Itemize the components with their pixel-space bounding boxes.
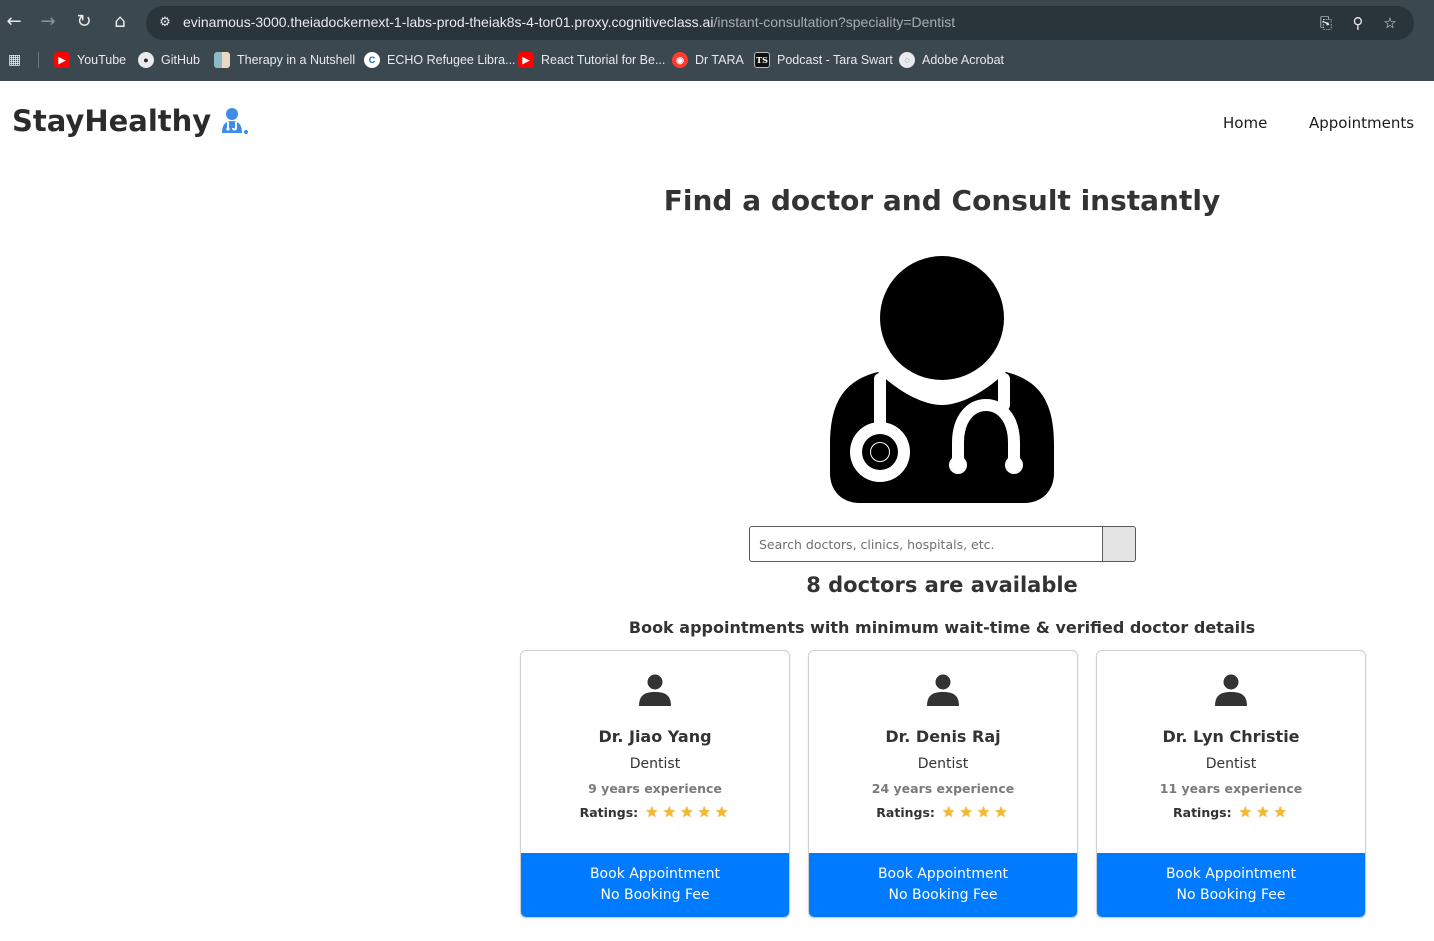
address-bar[interactable]: ⚙ evinamous-3000.theiadockernext-1-labs-… <box>146 6 1414 40</box>
bookmark-label: GitHub <box>161 53 200 67</box>
doctor-experience: 9 years experience <box>588 781 722 796</box>
back-icon[interactable]: ← <box>0 8 28 36</box>
star-icon: ★ <box>994 803 1008 821</box>
youtube-icon: ▶ <box>54 52 70 68</box>
bookmark-podcast[interactable]: TS Podcast - Tara Swart <box>754 50 893 70</box>
bookmark-label: YouTube <box>77 53 127 67</box>
doctor-rating: Ratings: ★ ★ ★ ★ ★ <box>521 803 789 821</box>
booking-subheading: Book appointments with minimum wait-time… <box>628 618 1256 637</box>
book-button-label: Book Appointment <box>877 866 1009 882</box>
bookmark-label: ECHO Refugee Libra... <box>387 53 516 67</box>
nav-home-link[interactable]: Home <box>1223 114 1267 132</box>
tara-icon: ◉ <box>672 52 688 68</box>
url-text[interactable]: evinamous-3000.theiadockernext-1-labs-pr… <box>183 14 955 30</box>
site-logo[interactable]: StayHealthy <box>12 104 249 138</box>
bookmark-label: Dr TARA <box>695 53 744 67</box>
doctor-card: Dr. Denis Raj Dentist 24 years experienc… <box>808 650 1078 918</box>
ratings-label: Ratings: <box>876 804 935 820</box>
browser-chrome: ← → ↻ ⌂ ⚙ evinamous-3000.theiadockernext… <box>0 0 1434 81</box>
github-icon: ● <box>138 52 154 68</box>
rating-stars: ★ ★ ★ ★ <box>940 803 1010 821</box>
bookmarks-separator <box>38 52 39 68</box>
book-button-sublabel: No Booking Fee <box>600 887 710 903</box>
star-icon: ★ <box>645 803 659 821</box>
star-icon: ★ <box>697 803 711 821</box>
youtube-icon: ▶ <box>518 52 534 68</box>
doctor-hero-icon <box>830 256 1054 503</box>
doctor-name: Dr. Lyn Christie <box>1162 727 1300 746</box>
bookmark-react-tutorial[interactable]: ▶ React Tutorial for Be... <box>518 50 665 70</box>
doctor-rating: Ratings: ★ ★ ★ ★ <box>809 803 1077 821</box>
star-icon: ★ <box>941 803 956 821</box>
bookmark-adobe-acrobat[interactable]: ◌ Adobe Acrobat <box>899 50 1004 70</box>
book-button-label: Book Appointment <box>1165 866 1297 882</box>
search-input[interactable] <box>749 526 1103 562</box>
acrobat-icon: ◌ <box>899 52 915 68</box>
doctor-speciality: Dentist <box>629 756 681 772</box>
bookmark-youtube[interactable]: ▶ YouTube <box>54 50 126 70</box>
apps-grid-icon[interactable]: ▦ <box>8 52 24 68</box>
doctor-logo-icon <box>222 108 249 134</box>
doctor-speciality: Dentist <box>1205 756 1257 772</box>
search-button[interactable] <box>1102 526 1136 562</box>
user-avatar-icon <box>639 674 671 706</box>
zoom-icon[interactable]: ⚲ <box>1348 13 1368 33</box>
nav-appointments-link[interactable]: Appointments <box>1309 114 1414 132</box>
rating-stars: ★ ★ ★ ★ ★ <box>643 803 730 821</box>
forward-icon[interactable]: → <box>34 8 62 36</box>
book-button-sublabel: No Booking Fee <box>1176 887 1286 903</box>
star-icon: ★ <box>714 803 729 821</box>
star-icon: ★ <box>1238 803 1253 821</box>
star-icon: ★ <box>662 803 677 821</box>
book-button-label: Book Appointment <box>589 866 721 882</box>
user-avatar-icon <box>927 674 959 706</box>
home-icon[interactable]: ⌂ <box>106 8 134 36</box>
doctor-experience: 24 years experience <box>871 781 1015 796</box>
book-appointment-button[interactable]: Book Appointment No Booking Fee <box>809 853 1077 917</box>
doctor-speciality: Dentist <box>917 756 969 772</box>
star-icon: ★ <box>959 803 973 821</box>
doctors-count-heading: 8 doctors are available <box>806 573 1078 597</box>
bookmark-dr-tara[interactable]: ◉ Dr TARA <box>672 50 744 70</box>
bookmark-label: Therapy in a Nutshell <box>237 53 356 67</box>
install-app-icon[interactable]: ⎘ <box>1316 13 1336 33</box>
page-title: Find a doctor and Consult instantly <box>663 184 1221 217</box>
ratings-label: Ratings: <box>1173 804 1232 820</box>
doctor-rating: Ratings: ★ ★ ★ <box>1097 803 1365 821</box>
url-path: /instant-consultation?speciality=Dentist <box>713 14 956 30</box>
book-button-sublabel: No Booking Fee <box>888 887 998 903</box>
ratings-label: Ratings: <box>579 804 639 820</box>
doctor-search <box>749 526 1136 562</box>
rating-stars: ★ ★ ★ <box>1237 803 1289 821</box>
bookmark-star-icon[interactable]: ☆ <box>1380 13 1400 33</box>
reload-icon[interactable]: ↻ <box>70 8 98 36</box>
star-icon: ★ <box>1256 803 1270 821</box>
bookmark-label: Adobe Acrobat <box>922 53 1005 67</box>
site-settings-icon[interactable]: ⚙ <box>156 14 174 32</box>
url-host: evinamous-3000.theiadockernext-1-labs-pr… <box>183 14 714 30</box>
doctor-experience: 11 years experience <box>1159 781 1303 796</box>
star-icon: ★ <box>976 803 991 821</box>
star-icon: ★ <box>1273 803 1287 821</box>
bookmarks-bar: ▦ ▶ YouTube ● GitHub Therapy in a Nutshell… <box>0 46 1434 74</box>
book-appointment-button[interactable]: Book Appointment No Booking Fee <box>521 853 789 917</box>
doctor-name: Dr. Jiao Yang <box>598 727 712 746</box>
logo-text: StayHealthy <box>12 104 212 138</box>
bookmark-echo[interactable]: C ECHO Refugee Libra... <box>364 50 516 70</box>
star-icon: ★ <box>680 803 694 821</box>
user-avatar-icon <box>1215 674 1247 706</box>
therapy-icon <box>214 52 230 68</box>
bookmark-therapy[interactable]: Therapy in a Nutshell <box>214 50 355 70</box>
doctor-name: Dr. Denis Raj <box>885 727 1001 746</box>
bookmark-github[interactable]: ● GitHub <box>138 50 200 70</box>
doctor-card: Dr. Lyn Christie Dentist 11 years experi… <box>1096 650 1366 918</box>
bookmark-label: React Tutorial for Be... <box>541 53 666 67</box>
book-appointment-button[interactable]: Book Appointment No Booking Fee <box>1097 853 1365 917</box>
doctor-card: Dr. Jiao Yang Dentist 9 years experience… <box>520 650 790 918</box>
echo-icon: C <box>364 52 380 68</box>
bookmark-label: Podcast - Tara Swart <box>777 53 893 67</box>
ts-icon: TS <box>754 52 770 68</box>
